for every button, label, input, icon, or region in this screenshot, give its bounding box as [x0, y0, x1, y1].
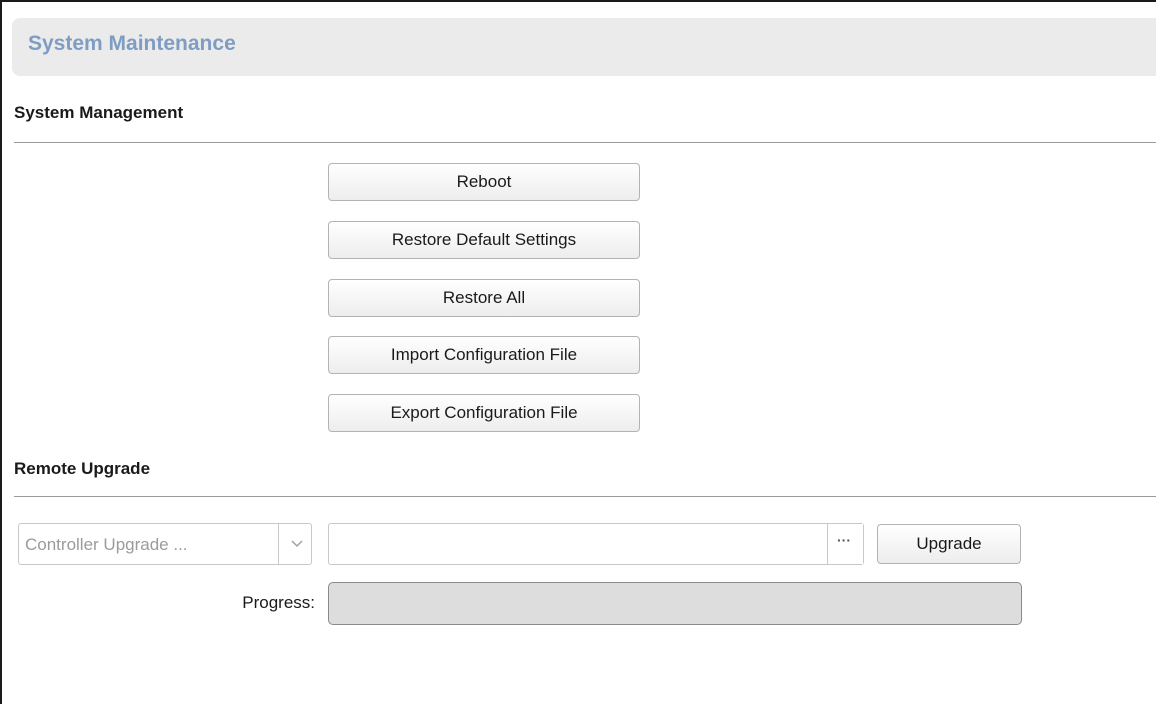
- import-configuration-file-button[interactable]: Import Configuration File: [328, 336, 640, 374]
- select-separator: [278, 524, 279, 564]
- upgrade-button[interactable]: Upgrade: [877, 524, 1021, 564]
- reboot-button[interactable]: Reboot: [328, 163, 640, 201]
- upgrade-type-select[interactable]: Controller Upgrade ...: [18, 523, 312, 565]
- system-management-heading: System Management: [14, 103, 184, 122]
- progress-label: Progress:: [242, 593, 315, 612]
- remote-upgrade-divider: [14, 496, 1156, 497]
- upgrade-file-path-input[interactable]: [328, 523, 864, 565]
- ellipsis-icon: ···: [837, 532, 851, 548]
- upgrade-type-selected: Controller Upgrade ...: [25, 535, 188, 554]
- remote-upgrade-heading: Remote Upgrade: [14, 459, 151, 478]
- upgrade-progress-bar: [328, 582, 1022, 625]
- restore-all-button[interactable]: Restore All: [328, 279, 640, 317]
- export-configuration-file-button[interactable]: Export Configuration File: [328, 394, 640, 432]
- page-title: System Maintenance: [28, 32, 236, 55]
- title-bar: System Maintenance: [12, 18, 1156, 76]
- system-management-divider: [14, 142, 1156, 143]
- chevron-down-icon[interactable]: [287, 535, 307, 553]
- browse-file-button[interactable]: ···: [827, 524, 863, 564]
- maintenance-panel: System Maintenance System Management Reb…: [0, 0, 1156, 704]
- restore-default-settings-button[interactable]: Restore Default Settings: [328, 221, 640, 259]
